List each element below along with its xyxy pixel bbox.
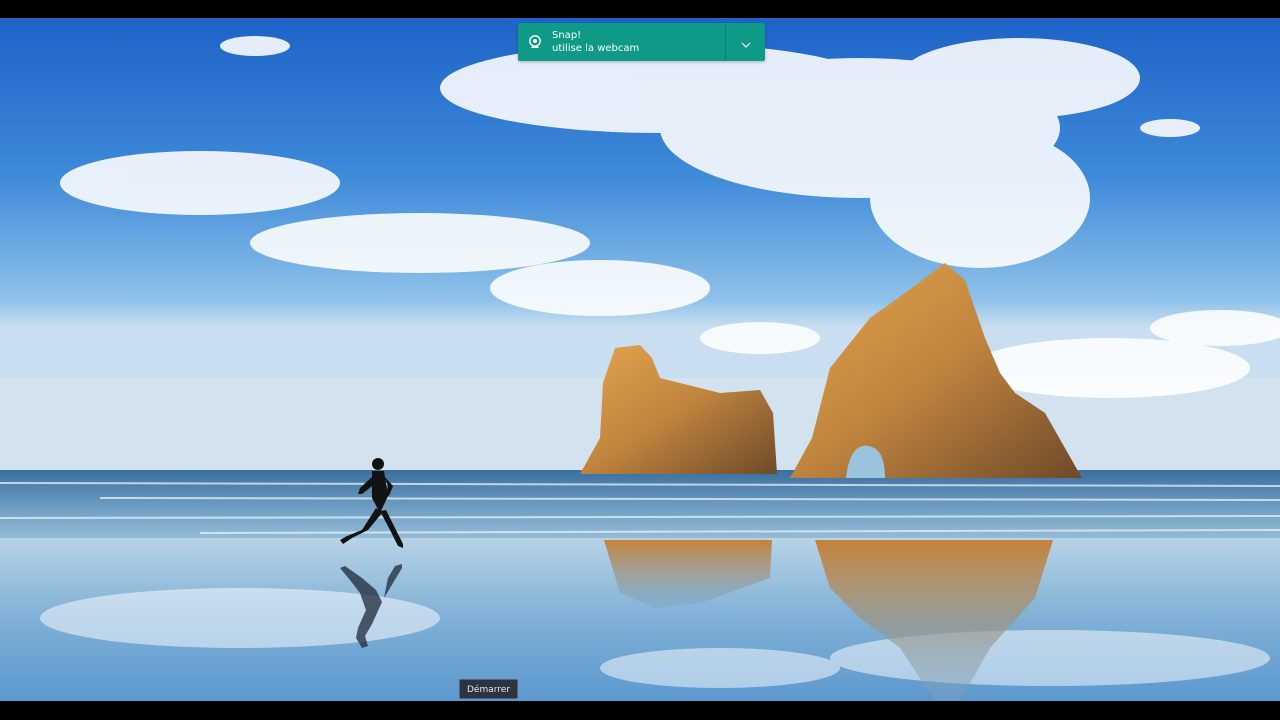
start-button-tooltip: Démarrer <box>459 679 519 699</box>
notification-message: utilise la webcam <box>552 43 640 54</box>
notification-body[interactable]: Snap! utilise la webcam <box>518 23 726 61</box>
screen: Snap! utilise la webcam Démarrer <box>0 0 1280 720</box>
webcam-icon <box>526 33 544 51</box>
notification-expand-button[interactable] <box>726 23 765 61</box>
desktop-wallpaper <box>0 18 1280 701</box>
webcam-notification-toast[interactable]: Snap! utilise la webcam <box>518 23 765 61</box>
chevron-down-icon <box>741 33 751 52</box>
notification-app-name: Snap! <box>552 30 582 41</box>
